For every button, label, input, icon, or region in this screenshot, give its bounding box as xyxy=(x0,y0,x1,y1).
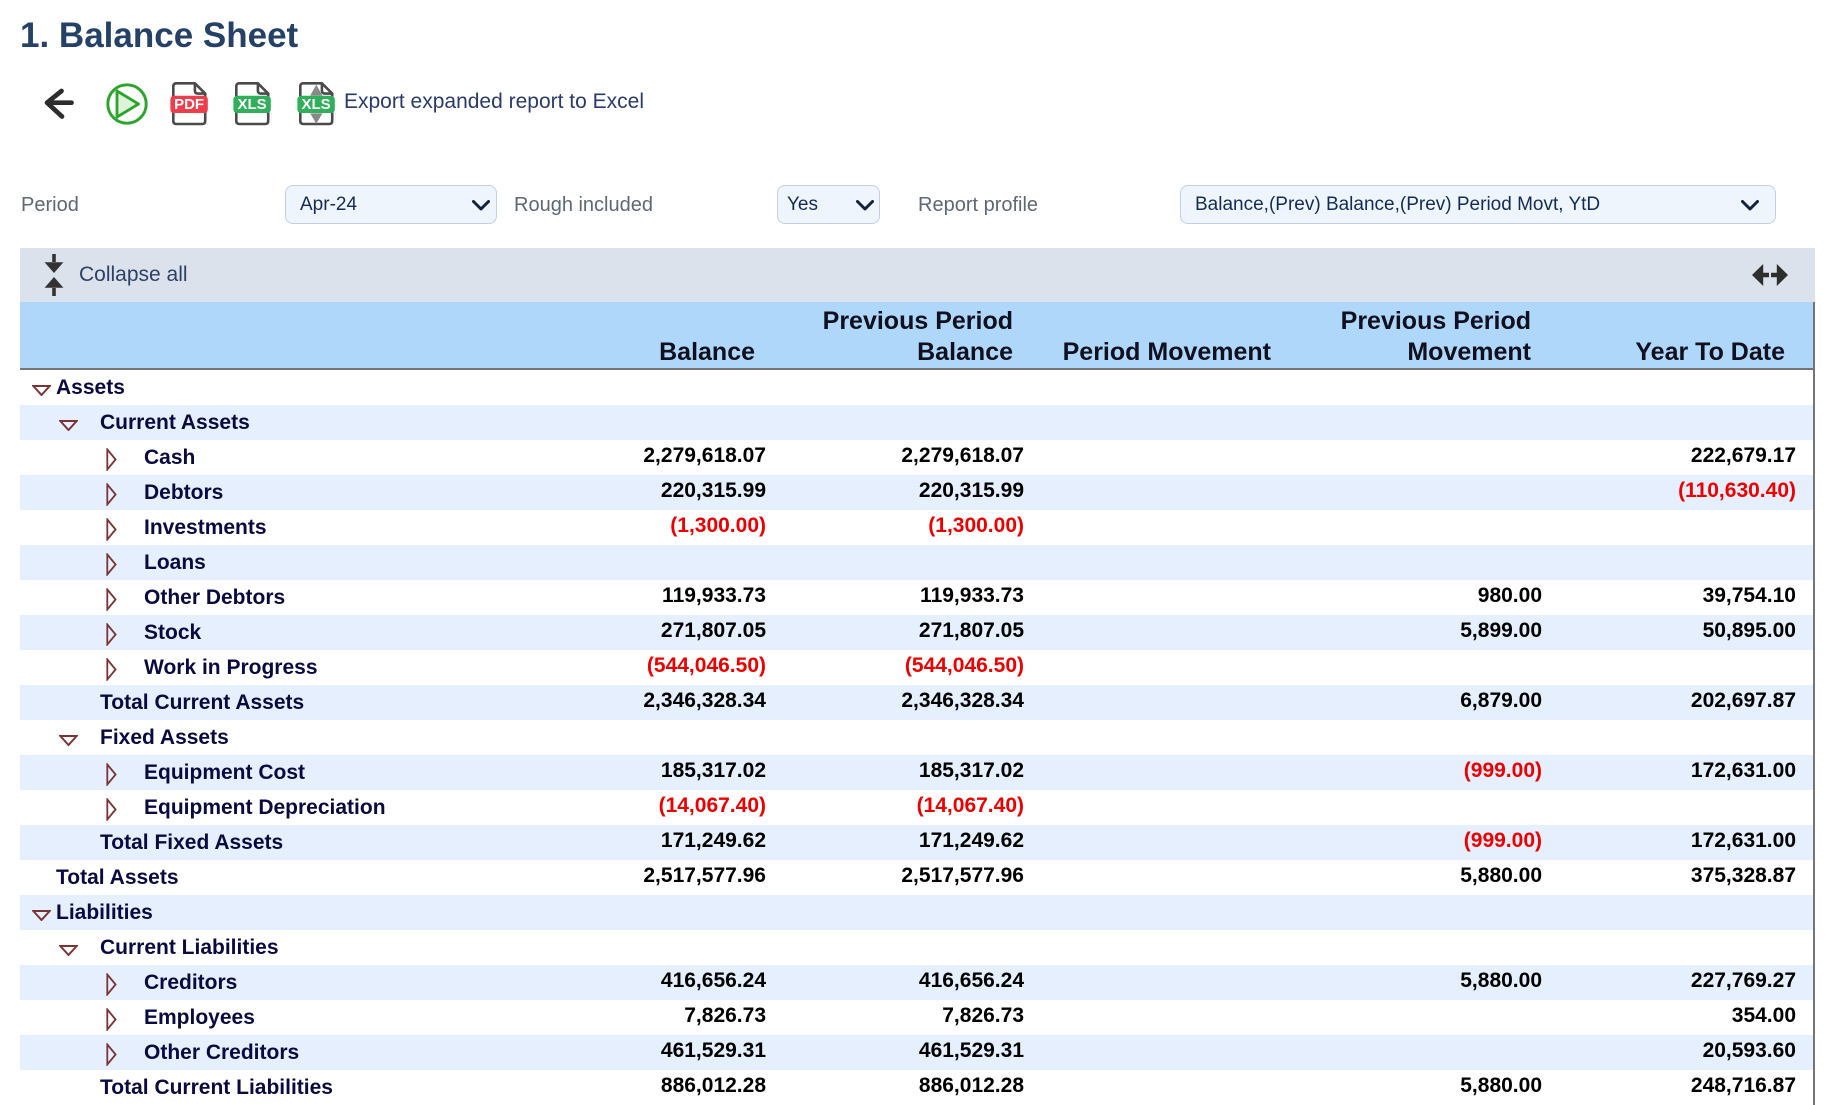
svg-text:XLS: XLS xyxy=(301,96,330,113)
svg-text:XLS: XLS xyxy=(237,96,266,113)
svg-text:PDF: PDF xyxy=(174,96,204,113)
